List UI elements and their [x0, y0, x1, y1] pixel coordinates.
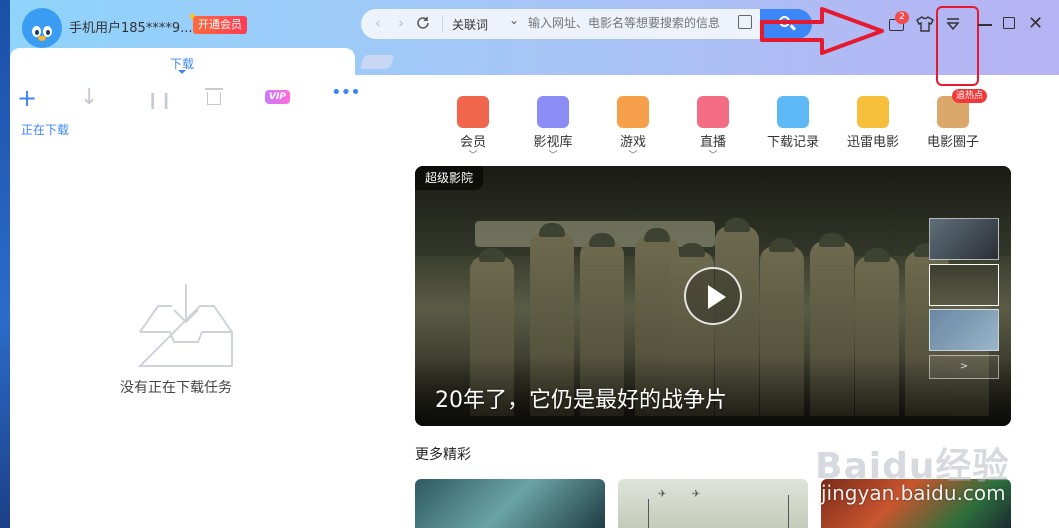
- nav-item-label: 直播: [699, 135, 726, 150]
- banner-helmet: [864, 248, 890, 262]
- more-section-title: 更多精彩: [415, 447, 471, 463]
- nav-item-label: 迅雷电影: [846, 135, 899, 150]
- banner-helmet: [589, 233, 615, 247]
- vip-accelerate-button[interactable]: VIP: [265, 90, 290, 104]
- add-task-icon[interactable]: +: [17, 86, 37, 110]
- nav-item-label: 游戏: [619, 135, 646, 150]
- refresh-icon[interactable]: [416, 15, 430, 29]
- user-avatar[interactable]: [22, 8, 62, 48]
- minimize-button[interactable]: [978, 24, 992, 26]
- nav-item-label: 下载记录: [766, 135, 819, 150]
- nav-item-label: 电影圈子: [926, 135, 979, 150]
- more-icon[interactable]: •••: [331, 82, 361, 103]
- banner-title[interactable]: 20年了，它仍是最好的战争片: [435, 382, 727, 414]
- maximize-button[interactable]: [1003, 17, 1015, 29]
- pause-icon[interactable]: ❙❙: [146, 88, 173, 112]
- search-mode-label[interactable]: 关联词: [452, 16, 488, 33]
- banner-helmet: [539, 223, 565, 237]
- username[interactable]: 手机用户185****9...: [69, 17, 192, 36]
- content-card[interactable]: ✈ ✈: [618, 479, 808, 528]
- chevron-down-icon[interactable]: ﹀: [518, 152, 588, 161]
- chevron-down-icon[interactable]: ⌄: [509, 13, 519, 27]
- tab-extra[interactable]: [359, 55, 395, 69]
- address-input[interactable]: [528, 16, 728, 30]
- chevron-down-icon[interactable]: ﹀: [678, 152, 748, 161]
- nav-item-label: 影视库: [533, 135, 573, 150]
- empty-tray-icon: [138, 284, 233, 367]
- delete-icon[interactable]: [207, 92, 221, 105]
- banner-helmet: [479, 248, 505, 262]
- annotation-arrow: [760, 7, 884, 55]
- desktop-edge: [0, 0, 10, 528]
- skin-icon[interactable]: [916, 16, 934, 32]
- nav-item-2[interactable]: 游戏 ﹀: [598, 96, 668, 161]
- nav-item-1[interactable]: 影视库 ﹀: [518, 96, 588, 161]
- content-card[interactable]: [415, 479, 605, 528]
- tab-caret-icon: [178, 70, 186, 74]
- banner-thumbnail[interactable]: [929, 218, 999, 260]
- nav-item-5[interactable]: 迅雷电影: [838, 96, 908, 150]
- heart-v-icon: [457, 96, 489, 128]
- banner-next-button[interactable]: >: [929, 355, 999, 379]
- chevron-right-icon[interactable]: ›: [398, 14, 404, 32]
- watermark-url: jingyan.baidu.com: [821, 481, 1006, 505]
- banner-helmet: [819, 233, 845, 247]
- nav-item-4[interactable]: 下载记录: [758, 96, 828, 150]
- banner-helmet: [644, 228, 670, 242]
- annotation-highlight-box: [936, 6, 979, 86]
- play-icon: [708, 285, 726, 309]
- message-count-badge: 2: [895, 11, 909, 24]
- nav-item-3[interactable]: 直播 ﹀: [678, 96, 748, 161]
- address-divider: [442, 15, 443, 33]
- thunder-bird-icon: [857, 96, 889, 128]
- nav-item-label: 会员: [459, 135, 486, 150]
- banner-helmet: [769, 238, 795, 252]
- banner-thumbnail[interactable]: [929, 264, 999, 306]
- nav-item-6[interactable]: 电影圈子: [918, 96, 988, 150]
- close-button[interactable]: ✕: [1028, 13, 1043, 34]
- cloud-icon: [777, 96, 809, 128]
- chevron-left-icon[interactable]: ‹: [375, 14, 381, 32]
- film-icon: [537, 96, 569, 128]
- play-button[interactable]: [684, 267, 742, 325]
- banner-thumbnail[interactable]: [929, 309, 999, 351]
- delete-icon-lid: [205, 88, 223, 90]
- downloading-section-label[interactable]: 正在下载: [21, 121, 69, 138]
- bookmark-icon[interactable]: [738, 15, 752, 29]
- gamepad-icon: [617, 96, 649, 128]
- chevron-down-icon[interactable]: ﹀: [438, 152, 508, 161]
- banner-helmet: [679, 243, 705, 257]
- hot-badge: 追热点: [952, 89, 988, 103]
- nav-item-0[interactable]: 会员 ﹀: [438, 96, 508, 161]
- open-vip-button[interactable]: 开通会员: [193, 16, 247, 34]
- chevron-down-icon[interactable]: ﹀: [598, 152, 668, 161]
- start-download-icon[interactable]: ↓: [80, 86, 98, 110]
- banner-helmet: [724, 218, 750, 232]
- tv-icon: [697, 96, 729, 128]
- banner-tag: 超级影院: [415, 166, 484, 190]
- empty-state-text: 没有正在下载任务: [120, 380, 232, 396]
